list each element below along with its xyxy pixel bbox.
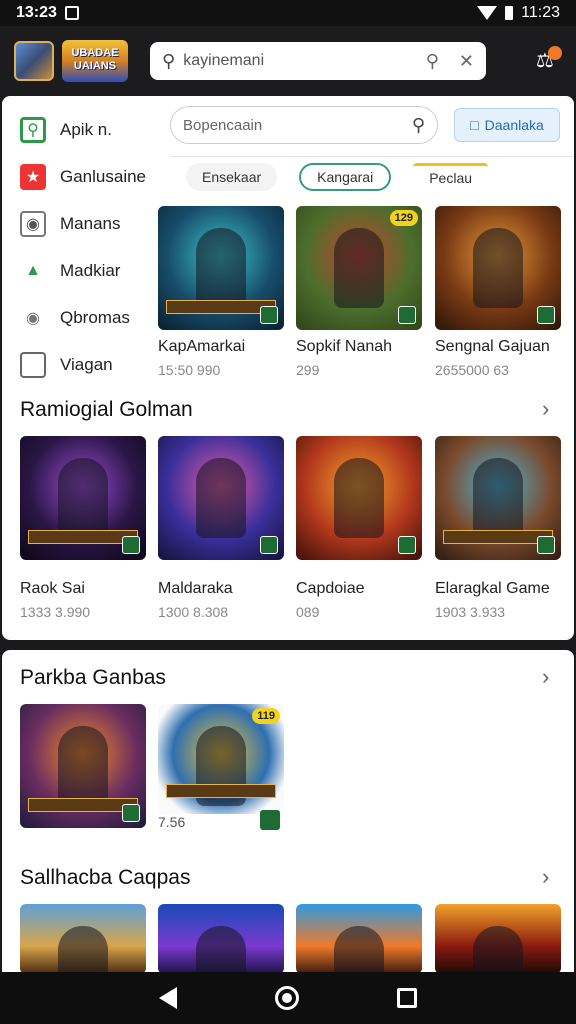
box-icon [20, 351, 46, 378]
section-title: Ramiogial Golman [20, 398, 193, 421]
sidebar-item-media[interactable]: ◉ Manans [20, 200, 170, 247]
game-title[interactable]: Capdoiae [296, 580, 365, 598]
home-icon[interactable] [275, 986, 299, 1010]
screenshot-icon [64, 6, 79, 20]
game-title[interactable]: Elaragkal Game [435, 580, 550, 598]
chevron-right-icon[interactable]: › [542, 664, 549, 690]
category-sidebar: ⚲ Apik n. ★ Ganlusaine ◉ Manans ▲ Madkiar ◉ Q… [20, 106, 170, 388]
chevron-right-icon[interactable]: › [542, 396, 549, 422]
game-meta: 2655000 63 [435, 362, 509, 378]
chip-2[interactable]: Peclau [413, 162, 489, 191]
section-title: Sallhacba Caqpas [20, 866, 191, 889]
search-icon[interactable]: ⚲ [426, 51, 439, 72]
rating-tag: 119 [252, 708, 280, 724]
app-logo[interactable]: UBADAE UAIANS [62, 40, 128, 82]
game-title[interactable]: Raok Sai [20, 580, 85, 598]
category-search-input[interactable]: Bopencaain ⚲ [170, 106, 438, 144]
section-title: Parkba Ganbas [20, 666, 166, 689]
verified-badge [537, 306, 555, 324]
game-tile[interactable] [435, 436, 561, 560]
game-meta: 15:50 990 [158, 362, 221, 378]
game-tile[interactable] [20, 704, 146, 828]
game-tile[interactable] [158, 904, 284, 974]
recents-icon[interactable] [397, 988, 417, 1008]
game-meta: 1903 3.933 [435, 604, 506, 620]
filter-chips: Ensekaar Kangarai Peclau [170, 156, 574, 196]
camera-icon: ◉ [20, 210, 46, 237]
sidebar-item-nature[interactable]: ▲ Madkiar [20, 247, 170, 294]
filter-button[interactable]: □ Daanlaka [454, 108, 560, 142]
verified-badge [260, 536, 278, 554]
game-meta: 1333 3.990 [20, 604, 91, 620]
game-title[interactable]: Maldaraka [158, 580, 233, 598]
search-input[interactable]: kayinemani [183, 52, 264, 70]
rating-tag: 129 [389, 210, 418, 226]
browse-card: ⚲ Apik n. ★ Ganlusaine ◉ Manans ▲ Madkiar ◉ Q… [2, 96, 574, 640]
sidebar-item-featured[interactable]: ★ Ganlusaine [20, 153, 170, 200]
back-icon[interactable] [159, 987, 177, 1009]
game-meta: 7.56 [158, 814, 186, 830]
verified-badge [537, 536, 555, 554]
verified-badge [398, 306, 416, 324]
game-tile[interactable] [435, 206, 561, 330]
star-icon: ★ [20, 163, 46, 190]
sidebar-item-other[interactable]: Viagan [20, 341, 170, 388]
gamepad-icon: ◉ [26, 309, 40, 327]
notification-icon[interactable]: ⚖ [528, 44, 562, 78]
avatar[interactable] [14, 41, 54, 81]
game-tile[interactable]: 119 [158, 704, 284, 814]
search-icon: ⚲ [162, 50, 176, 71]
chevron-right-icon[interactable]: › [542, 864, 549, 890]
game-title[interactable]: Sopkif Nanah [296, 338, 392, 356]
apps-icon: ⚲ [20, 116, 46, 143]
verified-badge [398, 536, 416, 554]
verified-badge [122, 536, 140, 554]
notification-dot [548, 46, 562, 60]
chip-1[interactable]: Kangarai [299, 162, 392, 191]
status-right: 11:23 [477, 4, 560, 22]
verified-badge [260, 810, 280, 830]
search-icon: ⚲ [411, 114, 425, 135]
game-tile[interactable] [158, 436, 284, 560]
battery-icon [505, 6, 514, 20]
search-bar[interactable]: ⚲ kayinemani ⚲ ✕ [150, 42, 486, 80]
game-tile[interactable] [435, 904, 561, 974]
game-meta: 299 [296, 362, 320, 378]
game-meta: 089 [296, 604, 320, 620]
tree-icon: ▲ [25, 261, 41, 279]
game-title[interactable]: Sengnal Gajuan [435, 338, 550, 356]
game-tile[interactable] [20, 904, 146, 974]
game-tile[interactable]: 129 [296, 206, 422, 330]
status-time-right: 11:23 [521, 4, 560, 21]
wifi-icon [477, 6, 498, 20]
collections-card: Parkba Ganbas › 119 7.56 Sallhacba Caqpa… [2, 650, 574, 980]
status-bar: 13:23 11:23 [0, 0, 576, 26]
game-tile[interactable] [296, 436, 422, 560]
game-title[interactable]: KapAmarkai [158, 338, 245, 356]
game-tile[interactable] [158, 206, 284, 330]
sidebar-item-apps[interactable]: ⚲ Apik n. [20, 106, 170, 153]
game-tile[interactable] [296, 904, 422, 974]
verified-badge [122, 804, 140, 822]
app-header: UBADAE UAIANS ⚲ kayinemani ⚲ ✕ ⚖ [0, 26, 576, 96]
sidebar-item-games[interactable]: ◉ Qbromas [20, 294, 170, 341]
chip-0[interactable]: Ensekaar [186, 162, 278, 191]
system-nav-bar [0, 972, 576, 1024]
status-time-left: 13:23 [16, 4, 57, 21]
game-tile[interactable] [20, 436, 146, 560]
game-meta: 1300 8.308 [158, 604, 229, 620]
clipboard-icon: □ [470, 117, 479, 133]
close-icon[interactable]: ✕ [459, 51, 474, 72]
verified-badge [260, 306, 278, 324]
